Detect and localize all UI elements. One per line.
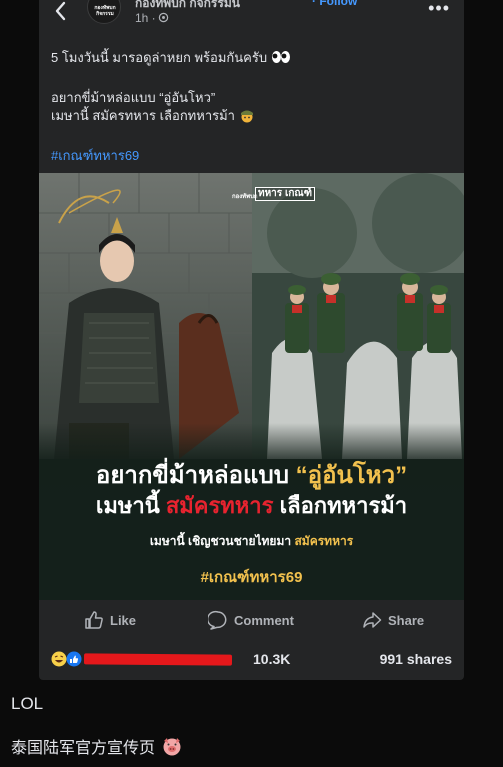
comment-lol: LOL (11, 694, 44, 713)
thumbs-up-icon (85, 611, 103, 629)
post-text-line-3: เมษานี้ สมัครทหาร เลือกทหารม้า (51, 108, 451, 124)
headline2-text-c: เลือกทหารม้า (273, 493, 408, 518)
like-label: Like (110, 612, 137, 628)
post-image[interactable]: กองทัพบก ทหาร เกณฑ์ อยากขี่ม้าหล่อแบบ “อ… (39, 173, 464, 600)
more-options-icon[interactable]: ••• (428, 0, 450, 19)
image-hashtag: #เกณฑ์ทหาร69 (200, 569, 303, 586)
headline2-text-a: เมษานี้ (95, 493, 166, 518)
post-header: กองทัพบก กิจกรรม กองทัพบก กิจกรรมน · Fol… (39, 0, 464, 32)
like-button[interactable]: Like (84, 610, 136, 630)
share-arrow-icon (363, 612, 382, 628)
headline2-highlight: สมัครทหาร (165, 493, 274, 518)
post-hashtag[interactable]: #เกณฑ์ทหาร69 (51, 148, 451, 164)
comment-chinese-text: 泰国陆军官方宣传页 (11, 740, 156, 757)
image-subline: เมษานี้ เชิญชวนชายไทยมา สมัครทหาร (39, 532, 464, 551)
actor-on-horse-image (39, 173, 252, 459)
conscription-logo: ทหาร เกณฑ์ (255, 187, 315, 201)
subline-text: เมษานี้ เชิญชวนชายไทยมา (149, 534, 295, 548)
comment-button[interactable]: Comment (208, 610, 294, 630)
comment-label: Comment (234, 612, 294, 628)
shares-count[interactable]: 991 shares (380, 651, 452, 667)
post-text-line-1: 5 โมงวันนี้ มารอดูล่าหยก พร้อมกันครับ (51, 50, 451, 66)
post-line-2: อยากขี่ม้าหล่อแบบ “อู่อันโหว” (51, 90, 216, 105)
saluting-soldier-emoji-icon (240, 110, 253, 123)
post-line-3-text: เมษานี้ สมัครทหาร เลือกทหารม้า (51, 108, 235, 123)
post-time: 1h · (135, 11, 156, 25)
soldiers-on-horses-image (252, 173, 464, 459)
comment-chinese: 泰国陆军官方宣传页 (11, 734, 183, 758)
back-arrow-icon[interactable] (51, 0, 71, 22)
audience-icon (158, 12, 169, 23)
headline1-highlight: “อู่อันโหว” (295, 462, 408, 489)
redaction-mark (83, 653, 233, 666)
like-reaction-icon (66, 651, 82, 667)
avatar-text: กองทัพบก กิจกรรม (94, 5, 116, 17)
headline1-text: อยากขี่ม้าหล่อแบบ (95, 462, 296, 489)
post-line-1-text: 5 โมงวันนี้ มารอดูล่าหยก พร้อมกันครับ (51, 50, 268, 65)
post-actions-bar: Like Comment Share (39, 606, 464, 634)
subline-highlight: สมัครทหาร (294, 534, 354, 548)
haha-reaction-icon (51, 651, 67, 667)
facebook-post-screenshot: กองทัพบก กิจกรรม กองทัพบก กิจกรรมน · Fol… (39, 0, 464, 680)
share-button[interactable]: Share (362, 610, 424, 630)
image-headline-2: เมษานี้ สมัครทหาร เลือกทหารม้า (39, 488, 464, 523)
share-label: Share (388, 612, 425, 628)
pig-face-emoji-icon (163, 738, 181, 756)
page-avatar[interactable]: กองทัพบก กิจกรรม (87, 0, 121, 24)
reactions-bar: 10.3K 991 shares (39, 645, 464, 671)
army-logo-small: กองทัพบก (232, 194, 258, 200)
reactions-count[interactable]: 10.3K (253, 651, 290, 667)
comment-bubble-icon (208, 610, 227, 630)
eyes-emoji-icon (271, 51, 290, 63)
follow-button[interactable]: · Follow (312, 0, 357, 8)
